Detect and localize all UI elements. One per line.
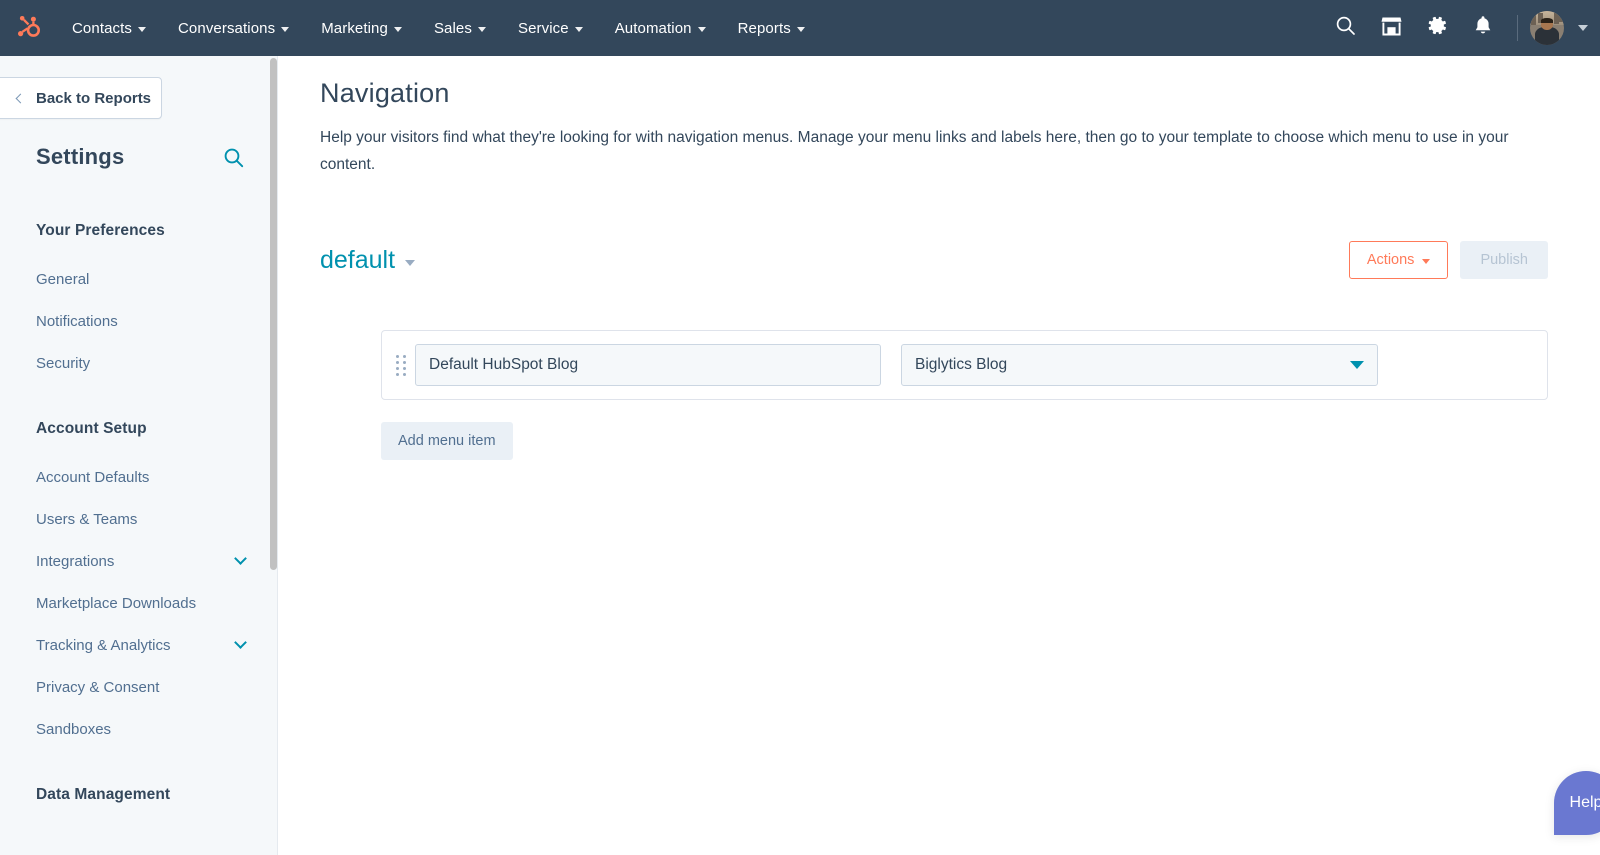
page-title: Navigation: [320, 78, 450, 108]
settings-header: Settings: [36, 144, 244, 170]
back-to-reports-label: Back to Reports: [36, 89, 152, 107]
help-button-label: Help: [1569, 794, 1600, 811]
sidebar-item-sandboxes[interactable]: Sandboxes: [0, 708, 277, 750]
account-menu-chevron-down-icon[interactable]: [1578, 25, 1588, 31]
nav-divider: [1517, 15, 1518, 41]
sidebar-item-label: Users & Teams: [36, 510, 138, 528]
marketplace-button[interactable]: [1369, 0, 1413, 56]
primary-nav-items: Contacts Conversations Marketing Sales S…: [56, 0, 821, 56]
sidebar-item-marketplace-downloads[interactable]: Marketplace Downloads: [0, 582, 277, 624]
chevron-down-icon: [393, 26, 402, 32]
chevron-down-icon: [281, 26, 290, 32]
sidebar-scrollbar[interactable]: [270, 58, 277, 570]
sidebar-item-label: Notifications: [36, 312, 118, 330]
chevron-down-icon: [574, 26, 583, 32]
publish-button-label: Publish: [1480, 252, 1528, 268]
nav-item-sales[interactable]: Sales: [418, 0, 502, 56]
caret-down-icon: [1350, 361, 1364, 369]
actions-button-label: Actions: [1366, 252, 1415, 268]
drag-handle-icon[interactable]: [393, 352, 409, 378]
search-icon: [1335, 15, 1356, 41]
chevron-down-icon: [796, 26, 805, 32]
sidebar-item-tracking-and-analytics[interactable]: Tracking & Analytics: [0, 624, 277, 666]
publish-button[interactable]: Publish: [1460, 241, 1548, 279]
chevron-down-icon: [138, 26, 146, 32]
menu-item-link-label: Biglytics Blog: [915, 356, 1008, 373]
add-menu-item-button[interactable]: Add menu item: [381, 422, 513, 460]
actions-button[interactable]: Actions: [1348, 241, 1449, 279]
nav-item-marketing[interactable]: Marketing: [305, 0, 418, 56]
nav-item-label: Automation: [614, 19, 692, 37]
sidebar-item-privacy-and-consent[interactable]: Privacy & Consent: [0, 666, 277, 708]
notifications-button[interactable]: [1461, 0, 1505, 56]
caret-down-icon: [405, 260, 416, 266]
settings-button[interactable]: [1415, 0, 1459, 56]
nav-item-reports[interactable]: Reports: [722, 0, 821, 56]
avatar[interactable]: [1530, 11, 1564, 45]
sidebar-scroll-area: Your Preferences General Notifications S…: [0, 186, 277, 855]
menu-item-row: Biglytics Blog: [381, 330, 1548, 400]
chevron-down-icon: [477, 26, 486, 32]
sidebar-group-account-setup: Account Setup: [36, 420, 147, 437]
nav-item-label: Marketing: [321, 19, 388, 37]
hubspot-sprocket-logo: [14, 12, 42, 45]
sidebar-item-label: Sandboxes: [36, 720, 112, 738]
menu-selector-label: default: [320, 245, 396, 274]
sidebar-item-notifications[interactable]: Notifications: [0, 300, 277, 342]
sidebar-item-users-and-teams[interactable]: Users & Teams: [0, 498, 277, 540]
nav-item-conversations[interactable]: Conversations: [162, 0, 305, 56]
sidebar-item-general[interactable]: General: [0, 258, 277, 300]
chevron-down-icon: [697, 26, 706, 32]
nav-item-contacts[interactable]: Contacts: [56, 0, 162, 56]
help-button[interactable]: Help: [1554, 771, 1600, 835]
sidebar-item-label: Integrations: [36, 552, 115, 570]
sidebar-item-label: Security: [36, 354, 91, 372]
marketplace-icon: [1381, 16, 1402, 41]
chevron-down-icon: [234, 551, 247, 565]
nav-item-service[interactable]: Service: [502, 0, 599, 56]
sidebar-group-data-management: Data Management: [36, 786, 171, 803]
sidebar-group-your-preferences: Your Preferences: [36, 222, 165, 239]
settings-title: Settings: [36, 144, 125, 169]
notifications-bell-icon: [1473, 15, 1493, 41]
sidebar-item-label: Marketplace Downloads: [36, 594, 197, 612]
sidebar-item-label: General: [36, 270, 90, 288]
top-navigation-bar: Contacts Conversations Marketing Sales S…: [0, 0, 1600, 56]
page-description: Help your visitors find what they're loo…: [320, 129, 1509, 173]
settings-search-icon[interactable]: [223, 147, 244, 168]
sidebar-item-label: Account Defaults: [36, 468, 150, 486]
chevron-left-icon: [15, 93, 26, 103]
chevron-down-icon: [234, 635, 247, 649]
sidebar-item-label: Tracking & Analytics: [36, 636, 171, 654]
sidebar-item-account-defaults[interactable]: Account Defaults: [0, 456, 277, 498]
menu-action-buttons: Actions Publish: [1348, 241, 1548, 279]
nav-item-label: Service: [517, 19, 569, 37]
search-button[interactable]: [1323, 0, 1367, 56]
back-to-reports-button[interactable]: Back to Reports: [0, 77, 162, 119]
sidebar-item-integrations[interactable]: Integrations: [0, 540, 277, 582]
nav-item-label: Sales: [433, 19, 472, 37]
menu-selector-dropdown[interactable]: default: [320, 245, 416, 275]
hubspot-logo-button[interactable]: [0, 0, 56, 56]
sidebar-item-security[interactable]: Security: [0, 342, 277, 384]
main-content: Navigation Help your visitors find what …: [278, 56, 1600, 855]
nav-item-label: Contacts: [72, 19, 132, 37]
caret-down-icon: [1422, 258, 1431, 264]
settings-gear-icon: [1427, 15, 1448, 41]
nav-item-label: Reports: [737, 19, 791, 37]
nav-item-label: Conversations: [178, 19, 276, 37]
nav-item-automation[interactable]: Automation: [599, 0, 722, 56]
settings-sidebar: Back to Reports Settings Your Preference…: [0, 56, 278, 855]
menu-item-label-input[interactable]: [415, 344, 881, 386]
nav-right-actions: [1323, 0, 1600, 56]
menu-item-link-select[interactable]: Biglytics Blog: [901, 344, 1378, 386]
menu-toolbar: default Actions Publish: [320, 241, 1548, 279]
sidebar-item-label: Privacy & Consent: [36, 678, 160, 696]
